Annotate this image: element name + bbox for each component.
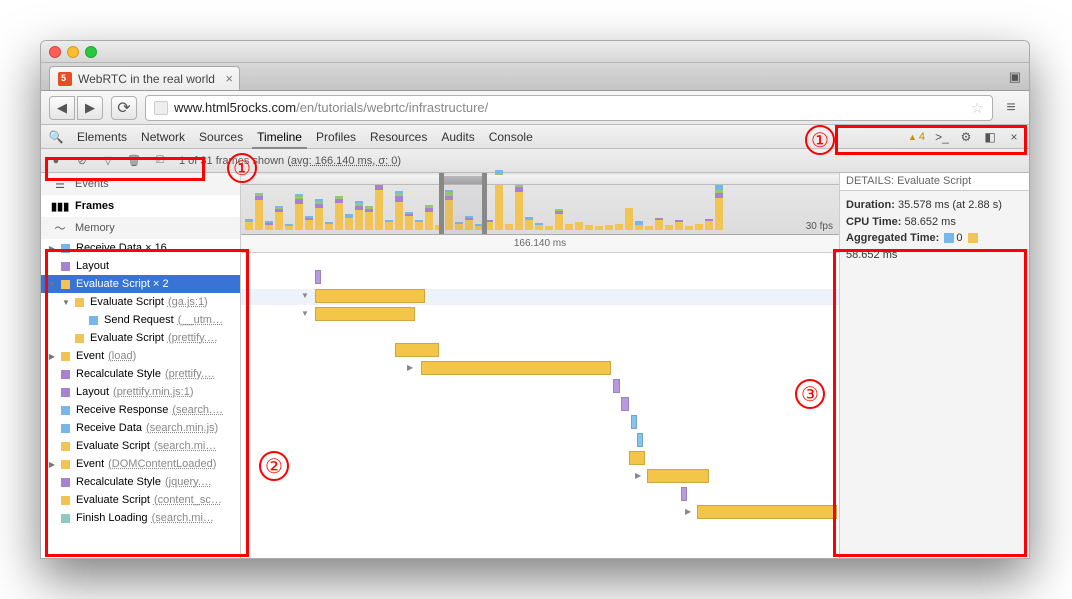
record-row[interactable]: Evaluate Script (search.mi… <box>41 437 240 455</box>
browser-toolbar: ◀ ▶ ⟳ www.html5rocks.com/en/tutorials/we… <box>41 91 1029 125</box>
clear-icon[interactable]: ⊘ <box>75 154 89 168</box>
tab-resources[interactable]: Resources <box>370 130 427 144</box>
view-mode-icon[interactable]: ⎚ <box>153 154 167 168</box>
window-menu-icon[interactable]: ▣ <box>1009 69 1021 85</box>
details-body: Duration: 35.578 ms (at 2.88 s) CPU Time… <box>840 191 1029 269</box>
browser-window: WebRTC in the real world × ▣ ◀ ▶ ⟳ www.h… <box>40 40 1030 559</box>
record-row[interactable]: Send Request (__utm… <box>41 311 240 329</box>
view-tab-frames[interactable]: ▮▮▮Frames <box>41 195 240 217</box>
record-icon[interactable]: ● <box>49 154 63 168</box>
url-text: www.html5rocks.com/en/tutorials/webrtc/i… <box>174 100 488 115</box>
show-drawer-icon[interactable]: >_ <box>935 130 949 144</box>
reload-button[interactable]: ⟳ <box>111 96 137 120</box>
back-button[interactable]: ◀ <box>49 96 75 120</box>
tab-network[interactable]: Network <box>141 130 185 144</box>
browser-tab[interactable]: WebRTC in the real world × <box>49 66 240 90</box>
tab-title: WebRTC in the real world <box>78 72 215 86</box>
record-row[interactable]: Layout (prettify.min.js:1) <box>41 383 240 401</box>
details-header: DETAILS: Evaluate Script <box>840 173 1029 191</box>
record-row[interactable]: Finish Loading (search.mi… <box>41 509 240 527</box>
record-row[interactable]: Layout <box>41 257 240 275</box>
records-list[interactable]: ▶Receive Data × 16Layout▼Evaluate Script… <box>41 239 240 558</box>
zoom-window-icon[interactable] <box>85 46 97 58</box>
view-tab-events[interactable]: ☰Events <box>41 173 240 195</box>
devtools-tab-bar: 🔍 Elements Network Sources Timeline Prof… <box>41 125 1029 149</box>
tab-close-icon[interactable]: × <box>225 72 233 85</box>
favicon-html5-icon <box>58 72 72 86</box>
tab-profiles[interactable]: Profiles <box>316 130 356 144</box>
devtools-body: ☰Events ▮▮▮Frames 〜Memory ▶Receive Data … <box>41 173 1029 558</box>
details-panel: DETAILS: Evaluate Script Duration: 35.57… <box>839 173 1029 558</box>
tab-audits[interactable]: Audits <box>441 130 474 144</box>
dock-side-icon[interactable]: ◧ <box>983 130 997 144</box>
left-panel: ☰Events ▮▮▮Frames 〜Memory ▶Receive Data … <box>41 173 241 558</box>
inspect-element-icon[interactable]: 🔍 <box>49 130 63 144</box>
tab-timeline[interactable]: Timeline <box>257 130 302 144</box>
nav-buttons: ◀ ▶ <box>49 96 103 120</box>
view-tab-memory[interactable]: 〜Memory <box>41 217 240 239</box>
overview-scroll-track[interactable] <box>241 175 839 185</box>
close-devtools-icon[interactable]: × <box>1007 130 1021 144</box>
record-row[interactable]: Receive Response (search.… <box>41 401 240 419</box>
window-titlebar <box>41 41 1029 63</box>
time-ruler: 166.140 ms <box>241 235 839 253</box>
chrome-menu-icon[interactable]: ≡ <box>1001 99 1021 117</box>
tab-elements[interactable]: Elements <box>77 130 127 144</box>
settings-gear-icon[interactable]: ⚙ <box>959 130 973 144</box>
tab-strip: WebRTC in the real world × ▣ <box>41 63 1029 91</box>
flame-chart[interactable]: ▼ ▼ ▶ ▶ ▶ <box>241 253 839 558</box>
tab-console[interactable]: Console <box>489 130 533 144</box>
record-row[interactable]: ▶Receive Data × 16 <box>41 239 240 257</box>
overview-strip[interactable]: 30 fps <box>241 173 839 235</box>
record-row[interactable]: ▶Event (load) <box>41 347 240 365</box>
record-row[interactable]: Recalculate Style (prettify.… <box>41 365 240 383</box>
garbage-collect-icon[interactable]: 🗑 <box>127 154 141 168</box>
record-row[interactable]: ▼Evaluate Script × 2 <box>41 275 240 293</box>
record-row[interactable]: Evaluate Script (content_sc… <box>41 491 240 509</box>
address-bar[interactable]: www.html5rocks.com/en/tutorials/webrtc/i… <box>145 95 993 121</box>
close-window-icon[interactable] <box>49 46 61 58</box>
filter-icon[interactable]: ▽ <box>101 154 115 168</box>
overview-bars <box>245 182 835 230</box>
warnings-badge[interactable]: 4 <box>908 131 925 143</box>
record-row[interactable]: Recalculate Style (jquery.… <box>41 473 240 491</box>
record-row[interactable]: Evaluate Script (prettify.… <box>41 329 240 347</box>
forward-button[interactable]: ▶ <box>77 96 103 120</box>
bookmark-star-icon[interactable]: ☆ <box>971 99 984 117</box>
tab-sources[interactable]: Sources <box>199 130 243 144</box>
frames-summary: 1 of 31 frames shown (avg: 166.140 ms, σ… <box>179 155 401 167</box>
timeline-toolbar: ● ⊘ ▽ 🗑 ⎚ 1 of 31 frames shown (avg: 166… <box>41 149 1029 173</box>
traffic-lights <box>49 46 97 58</box>
record-row[interactable]: ▶Event (DOMContentLoaded) <box>41 455 240 473</box>
overview-selection-handle[interactable] <box>439 173 487 234</box>
page-icon <box>154 101 168 115</box>
view-tabs: ☰Events ▮▮▮Frames 〜Memory <box>41 173 240 239</box>
minimize-window-icon[interactable] <box>67 46 79 58</box>
center-panel: 30 fps 166.140 ms ▼ ▼ ▶ ▶ <box>241 173 839 558</box>
fps-label: 30 fps <box>806 221 833 232</box>
record-row[interactable]: ▼Evaluate Script (ga.js:1) <box>41 293 240 311</box>
record-row[interactable]: Receive Data (search.min.js) <box>41 419 240 437</box>
